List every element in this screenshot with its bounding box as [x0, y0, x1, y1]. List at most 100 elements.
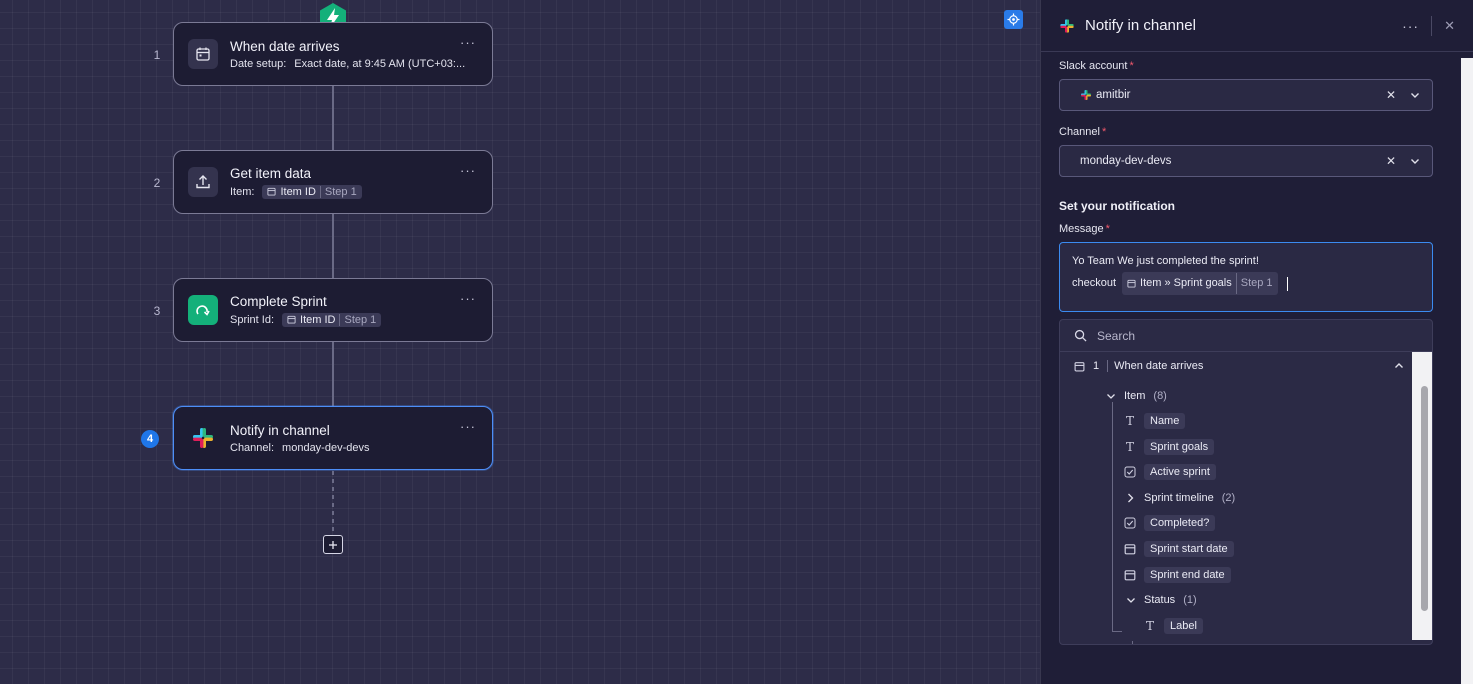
chip-label: Item ID	[280, 185, 316, 198]
item-id-chip: Item ID Step 1	[262, 184, 362, 199]
step-sub-label: Sprint Id:	[230, 313, 275, 326]
upload-icon	[188, 167, 218, 197]
chevron-right-icon	[1128, 493, 1134, 503]
calendar-icon	[1127, 279, 1136, 288]
field-label: Completed?	[1144, 515, 1216, 531]
more-options-button[interactable]: ···	[460, 35, 476, 50]
dropdown-scroll-thumb[interactable]	[1421, 386, 1428, 611]
checkbox-icon	[1124, 517, 1136, 529]
sprint-goals-chip[interactable]: Item » Sprint goals Step 1	[1122, 272, 1278, 295]
plus-icon	[329, 540, 337, 549]
slack-account-label: Slack account *	[1059, 60, 1134, 72]
step-card-notify-in-channel[interactable]: Notify in channel Channel: monday-dev-de…	[173, 406, 493, 470]
calendar-icon	[267, 187, 277, 196]
field-label: Sprint timeline	[1144, 492, 1214, 504]
step-title: Get item data	[230, 165, 312, 181]
sprint-icon	[188, 295, 218, 325]
step-title: Notify in channel	[230, 422, 330, 438]
more-options-button[interactable]: ···	[460, 163, 476, 178]
close-panel-button[interactable]: ✕	[1444, 18, 1455, 34]
chevron-down-icon	[1107, 394, 1115, 399]
add-step-button[interactable]	[323, 535, 343, 554]
group-when-date-arrives[interactable]: 1 When date arrives	[1074, 356, 1404, 376]
field-row-sprint-goals[interactable]: T Sprint goals	[1124, 437, 1215, 457]
slack-account-value: amitbir	[1096, 89, 1131, 101]
slack-account-select[interactable]: amitbir ✕	[1059, 79, 1433, 111]
panel-scrollbar[interactable]	[1461, 58, 1473, 684]
step-config-panel: Notify in channel ··· ✕ Slack account * a…	[1040, 0, 1473, 684]
calendar-icon	[188, 39, 218, 69]
step-sub-value: monday-dev-devs	[282, 441, 370, 454]
field-label: Sprint start date	[1144, 541, 1234, 557]
chevron-down-icon[interactable]	[1410, 90, 1420, 100]
checkbox-icon	[1124, 466, 1136, 478]
workflow-canvas[interactable]: 1 2 3 4 When date arrives Date setup: Ex…	[0, 0, 1040, 684]
step-card-complete-sprint[interactable]: Complete Sprint Sprint Id: Item ID Step …	[173, 278, 493, 342]
clear-icon[interactable]: ✕	[1386, 88, 1396, 102]
chip-label: Item » Sprint goals	[1140, 277, 1232, 289]
step-card-when-date-arrives[interactable]: When date arrives Date setup: Exact date…	[173, 22, 493, 86]
field-search[interactable]: Search	[1060, 320, 1432, 352]
slack-icon	[188, 423, 218, 453]
step-number-2: 2	[153, 176, 161, 190]
field-row-sprint-timeline[interactable]: Sprint timeline (2)	[1124, 488, 1235, 508]
field-row-name[interactable]: T Name	[1124, 411, 1186, 431]
step-number-1: 1	[153, 48, 161, 62]
step-card-get-item-data[interactable]: Get item data Item: Item ID Step 1 ···	[173, 150, 493, 214]
group-number: 1	[1093, 360, 1100, 372]
step-sub-label: Date setup:	[230, 57, 287, 70]
panel-more-button[interactable]: ···	[1402, 18, 1419, 34]
item-group-count: (8)	[1153, 390, 1167, 402]
connector-2-3	[332, 214, 334, 280]
text-icon: T	[1145, 619, 1154, 633]
tree-line	[1132, 641, 1133, 644]
field-row-status-label[interactable]: T Label	[1144, 616, 1203, 636]
chevron-down-icon[interactable]	[1410, 156, 1420, 166]
search-placeholder: Search	[1097, 328, 1136, 343]
connector-1-2	[332, 86, 334, 152]
step-number-4: 4	[141, 430, 159, 448]
connector-3-4	[332, 342, 334, 408]
field-picker-dropdown: Search 1 When date arrives Item (8) T Na…	[1059, 319, 1433, 645]
item-id-chip: Item ID Step 1	[282, 312, 382, 327]
step-title: Complete Sprint	[230, 293, 327, 309]
field-label: Sprint end date	[1144, 567, 1231, 583]
message-line-2-prefix: checkout	[1072, 277, 1117, 289]
clear-icon[interactable]: ✕	[1386, 154, 1396, 168]
recenter-button[interactable]	[1004, 10, 1023, 29]
slack-icon	[1060, 18, 1074, 33]
field-row-active-sprint[interactable]: Active sprint	[1124, 462, 1216, 482]
chip-step: Step 1	[1235, 273, 1273, 294]
tree-line	[1112, 402, 1113, 632]
field-label: Sprint goals	[1144, 439, 1215, 455]
status-group-row[interactable]: Status (1)	[1126, 590, 1197, 610]
step-sub-label: Channel:	[230, 441, 275, 454]
message-editor[interactable]: Yo Team We just completed the sprint! ch…	[1059, 242, 1433, 312]
field-count: (2)	[1221, 492, 1236, 504]
more-options-button[interactable]: ···	[460, 419, 476, 434]
chevron-up-icon[interactable]	[1394, 361, 1404, 371]
text-icon: T	[1125, 440, 1134, 454]
chip-label: Item ID	[300, 313, 336, 326]
status-group-count: (1)	[1183, 594, 1197, 606]
tree-line	[1112, 631, 1122, 632]
item-group-label: Item	[1124, 390, 1146, 402]
field-label: Label	[1164, 618, 1203, 634]
calendar-icon	[1074, 361, 1085, 371]
field-label: Active sprint	[1144, 464, 1216, 480]
field-row-completed[interactable]: Completed?	[1124, 513, 1216, 533]
message-label: Message *	[1059, 223, 1110, 235]
channel-select[interactable]: monday-dev-devs ✕	[1059, 145, 1433, 177]
connector-4-add	[332, 471, 334, 533]
more-options-button[interactable]: ···	[460, 291, 476, 306]
message-line-1: Yo Team We just completed the sprint!	[1072, 255, 1259, 267]
channel-label: Channel *	[1059, 126, 1107, 138]
slack-icon	[1081, 90, 1091, 100]
field-row-sprint-end-date[interactable]: Sprint end date	[1124, 565, 1231, 585]
search-icon	[1074, 329, 1087, 342]
calendar-icon	[1124, 570, 1136, 581]
chip-step: Step 1	[339, 313, 376, 326]
chevron-down-icon	[1127, 598, 1135, 603]
item-group-row[interactable]: Item (8)	[1106, 386, 1167, 406]
field-row-sprint-start-date[interactable]: Sprint start date	[1124, 539, 1234, 559]
